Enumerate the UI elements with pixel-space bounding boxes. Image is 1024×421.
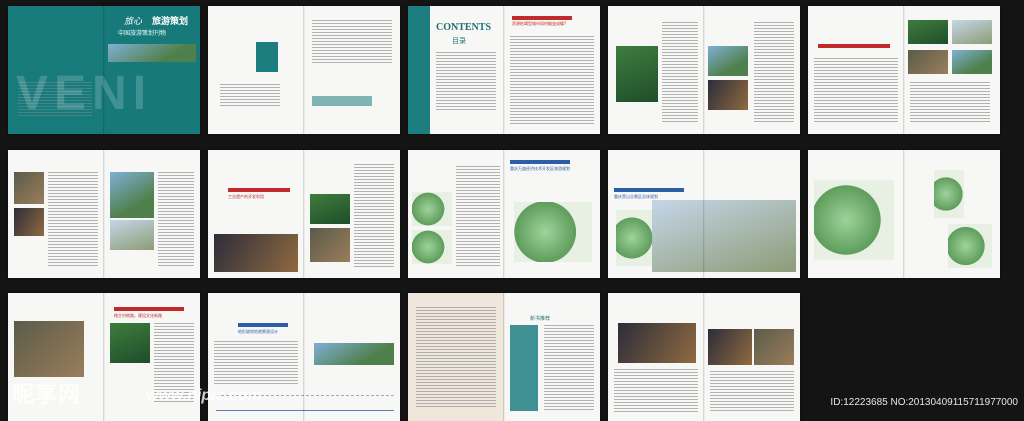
page-title-left [208,6,304,134]
article-title-6: 峨主村南路，建设文化新路 [114,313,162,318]
cover-top-title: 旅游策划 [152,17,189,27]
aerial-rendering [652,200,796,272]
cover-photo [108,44,196,62]
article-title-1: 资源枯竭型城市如何破茧成蝶? [512,21,567,26]
contents-title: CONTENTS [436,22,492,33]
page-title-right [304,6,400,134]
spread-13: 新书推荐 [408,293,600,421]
article-title-2: 工业遗产的开发利用 [228,194,264,199]
page-photo-grid [904,6,1000,134]
page-maps-left [408,150,504,278]
article-title-3: 重庆万盛经济技术开发区旅游规划 [510,166,570,171]
watermark-url: www.nipic.com [146,387,262,404]
spread-contents: CONTENTS 目录 资源枯竭型城市如何破茧成蝶? [408,6,600,134]
watermark-id: ID:12223685 NO:20130409115711977000 [830,397,1018,408]
page-maps-right: 重庆万盛经济技术开发区旅游规划 [504,150,600,278]
page-news-left [608,293,704,421]
new-book-label: 新书推荐 [530,316,551,322]
page-book-right: 新书推荐 [504,293,600,421]
page-book-left [408,293,504,421]
contents-subtitle: 目录 [452,37,466,45]
page-photos-right [704,6,800,134]
page-article-1: 资源枯竭型城市如何破茧成蝶? [504,6,600,134]
cover-big-word: VENI [16,67,153,120]
spread-14 [608,293,800,421]
page-zoning-right [904,150,1000,278]
spread-intro [208,6,400,134]
spread-9: 重庆黑山谷景区总体规划 [608,150,800,278]
spread-6 [8,150,200,278]
spread-4 [608,6,800,134]
spread-cover: 旅心 旅游策划 中国旅游策划刊物 VENI [8,6,200,134]
page-news-right [704,293,800,421]
page-6-right [104,150,200,278]
spread-8: 重庆万盛经济技术开发区旅游规划 [408,150,600,278]
article-title-5: 地形坡地地貌景观设计 [238,329,278,334]
page-article-2 [808,6,904,134]
page-zoning-left [808,150,904,278]
page-contents: CONTENTS 目录 [408,6,504,134]
page-6-left [8,150,104,278]
spread-10 [808,150,1000,278]
page-photos-left [608,6,704,134]
page-article-3: 工业遗产的开发利用 [208,150,304,278]
watermark-site-name: 昵享网 [12,382,82,407]
spread-5 [808,6,1000,134]
cover-subtitle: 中国旅游策划刊物 [118,30,167,37]
cover-logo: 旅心 [124,17,143,27]
spread-7: 工业遗产的开发利用 [208,150,400,278]
page-7-right [304,150,400,278]
